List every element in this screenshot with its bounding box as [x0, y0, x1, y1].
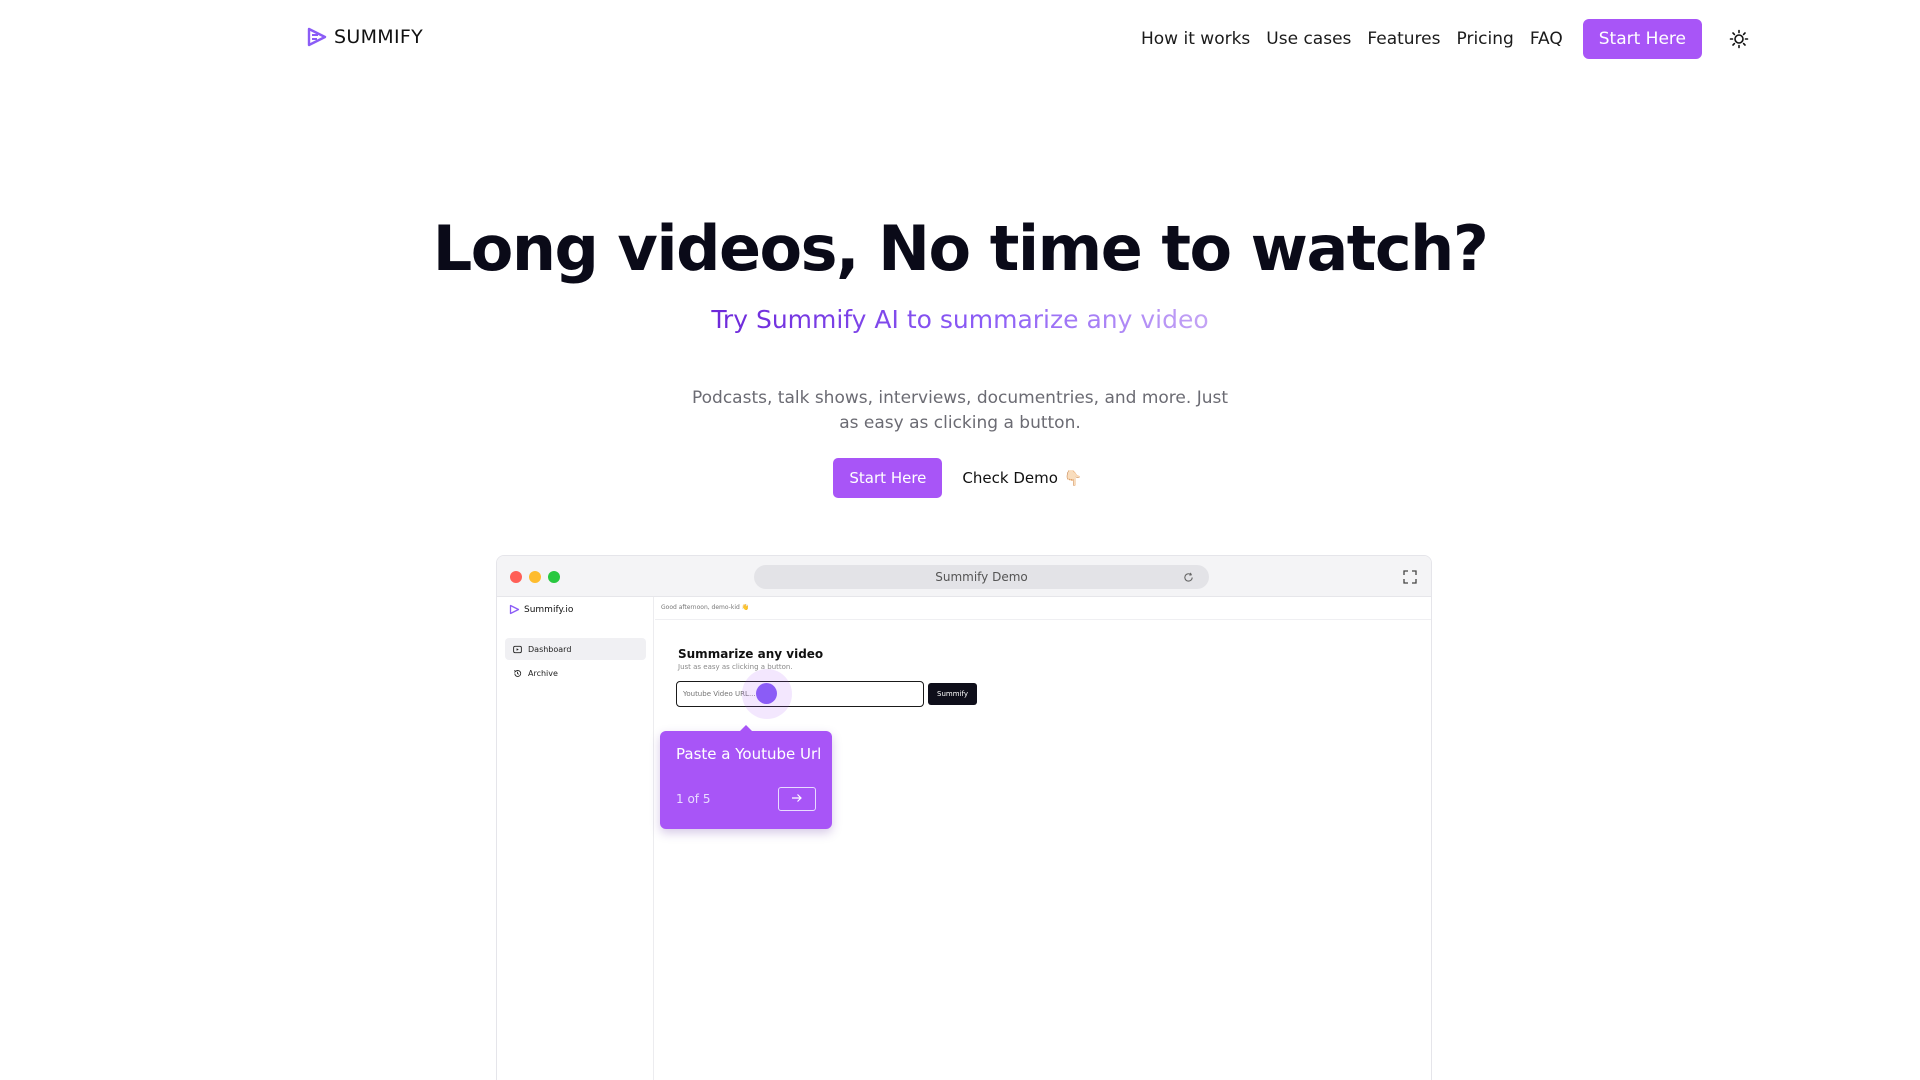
- summarize-title: Summarize any video: [678, 647, 824, 661]
- sidebar-item-label: Dashboard: [528, 644, 572, 654]
- site-header: SUMMIFY How it works Use cases Features …: [0, 0, 1920, 78]
- check-demo-label: Check Demo: [962, 469, 1058, 487]
- nav-how-it-works[interactable]: How it works: [1141, 29, 1250, 49]
- sun-icon[interactable]: [1728, 28, 1750, 50]
- tour-next-button[interactable]: [778, 787, 816, 811]
- tour-step-counter: 1 of 5: [676, 792, 711, 806]
- sidebar-item-archive[interactable]: Archive: [505, 662, 646, 684]
- demo-brand[interactable]: Summify.io: [509, 604, 573, 615]
- logo-icon: [306, 26, 328, 48]
- play-square-icon: [513, 645, 522, 653]
- history-icon: [514, 669, 522, 677]
- nav-features[interactable]: Features: [1367, 29, 1440, 49]
- arrow-right-icon: [792, 793, 802, 802]
- demo-brand-name: Summify.io: [524, 604, 574, 615]
- nav-pricing[interactable]: Pricing: [1457, 29, 1514, 49]
- nav-faq[interactable]: FAQ: [1530, 29, 1563, 49]
- minimize-dot[interactable]: [529, 571, 541, 583]
- demo-titlebar: Summify Demo: [497, 556, 1431, 597]
- summify-button[interactable]: Summify: [928, 683, 977, 705]
- nav-use-cases[interactable]: Use cases: [1266, 29, 1351, 49]
- hero-subtitle-text: Try Summify AI to summarize any video: [711, 305, 1209, 334]
- address-bar-title: Summify Demo: [935, 570, 1028, 584]
- close-dot[interactable]: [510, 571, 522, 583]
- window-controls: [510, 571, 560, 583]
- reload-icon[interactable]: [1183, 565, 1195, 589]
- demo-main: Good afternoon, demo-kid 👋 Summarize any…: [655, 597, 1431, 1080]
- hero-actions: Start Here Check Demo 👇🏻: [0, 458, 1920, 498]
- logo-icon: [509, 604, 520, 615]
- brand-name: SUMMIFY: [334, 26, 423, 48]
- zoom-dot[interactable]: [548, 571, 560, 583]
- hero-start-button[interactable]: Start Here: [833, 458, 943, 498]
- demo-window: Summify Demo Summify.io Dashboard Archiv…: [496, 555, 1432, 1080]
- sidebar-item-dashboard[interactable]: Dashboard: [505, 638, 646, 660]
- header-start-button[interactable]: Start Here: [1582, 19, 1702, 59]
- tour-pointer: [756, 683, 777, 704]
- pointing-down-icon: 👇🏻: [1063, 469, 1083, 487]
- check-demo-button[interactable]: Check Demo 👇🏻: [958, 458, 1086, 498]
- main-nav: How it works Use cases Features Pricing …: [1141, 19, 1750, 59]
- tour-tooltip: Paste a Youtube Url 1 of 5: [660, 725, 832, 829]
- hero-subtitle: Try Summify AI to summarize any video: [0, 305, 1920, 334]
- youtube-url-input[interactable]: [676, 681, 924, 707]
- tour-tooltip-title: Paste a Youtube Url: [676, 745, 822, 763]
- fullscreen-icon[interactable]: [1403, 569, 1417, 584]
- brand-logo[interactable]: SUMMIFY: [306, 26, 423, 48]
- greeting: Good afternoon, demo-kid 👋: [661, 604, 750, 611]
- divider: [655, 619, 1431, 620]
- demo-sidebar: Summify.io Dashboard Archive: [497, 597, 654, 1080]
- sidebar-item-label: Archive: [528, 668, 558, 678]
- hero-title: Long videos, No time to watch?: [432, 212, 1489, 285]
- address-bar[interactable]: Summify Demo: [754, 565, 1209, 589]
- hero-description: Podcasts, talk shows, interviews, docume…: [691, 388, 1228, 433]
